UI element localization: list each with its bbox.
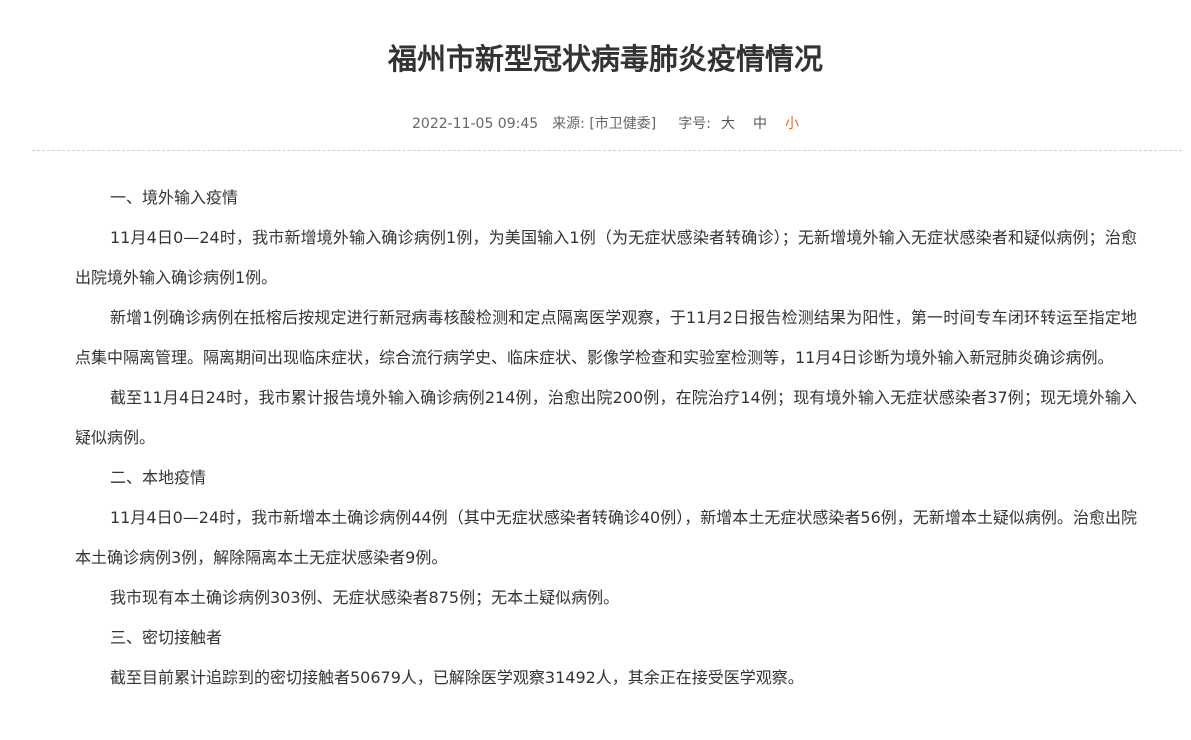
font-size-small-button[interactable]: 小 (785, 113, 799, 135)
page-title: 福州市新型冠状病毒肺炎疫情情况 (387, 42, 823, 76)
section-heading-local: 二、本地疫情 (110, 468, 207, 487)
font-size-medium-button[interactable]: 中 (753, 113, 767, 135)
font-size-label: 字号: (678, 116, 711, 132)
paragraph-close-contacts: 截至目前累计追踪到的密切接触者50679人，已解除医学观察31492人，其余正在… (110, 668, 804, 687)
source-label: 来源: (552, 116, 585, 132)
paragraph-local-current: 我市现有本土确诊病例303例、无症状感染者875例；无本土疑似病例。 (110, 588, 620, 607)
article-meta: 2022-11-05 09:45 来源: [市卫健委] 字号: 大中小 (0, 113, 1191, 135)
article-body: 一、境外输入疫情 11月4日0—24时，我市新增境外输入确诊病例1例，为美国输入… (75, 178, 1137, 698)
header-divider (32, 150, 1182, 151)
section-heading-close-contacts: 三、密切接触者 (110, 628, 223, 647)
paragraph-local-new-cases: 11月4日0—24时，我市新增本土确诊病例44例（其中无症状感染者转确诊40例）… (75, 508, 1137, 567)
publish-date: 2022-11-05 09:45 (412, 116, 539, 132)
paragraph-imported-case-detail: 新增1例确诊病例在抵榕后按规定进行新冠病毒核酸检测和定点隔离医学观察，于11月2… (75, 308, 1137, 367)
paragraph-imported-new-cases: 11月4日0—24时，我市新增境外输入确诊病例1例，为美国输入1例（为无症状感染… (75, 228, 1137, 287)
source-value: [市卫健委] (589, 116, 657, 132)
section-heading-imported: 一、境外输入疫情 (110, 188, 239, 207)
font-size-large-button[interactable]: 大 (721, 113, 735, 135)
paragraph-imported-cumulative: 截至11月4日24时，我市累计报告境外输入确诊病例214例，治愈出院200例，在… (75, 388, 1137, 447)
